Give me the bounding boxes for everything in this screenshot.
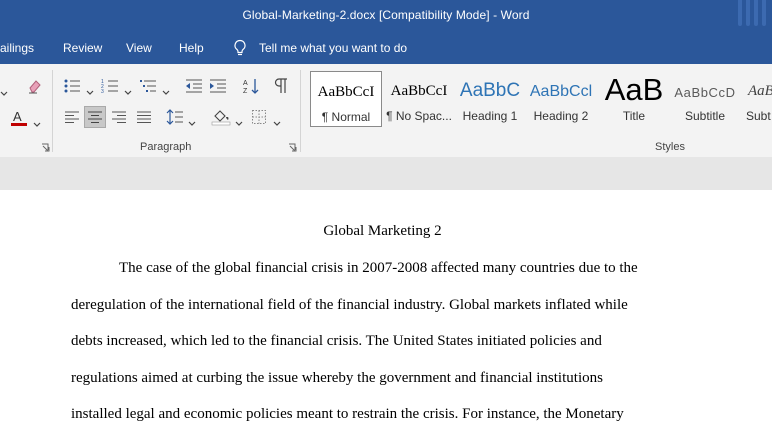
multilevel-list-icon[interactable] [137,75,159,97]
paragraph-dialog-launcher-icon[interactable] [288,143,297,152]
style-heading-2[interactable]: AaBbCcl Heading 2 [527,71,595,127]
style-subtle-emphasis[interactable]: AaBl Subt [744,71,772,127]
svg-text:A: A [243,80,248,87]
style-normal[interactable]: AaBbCcI ¶ Normal [310,71,382,127]
style-sample: AaBbCcI [390,83,448,99]
font-color-dropdown-arrow[interactable] [33,115,41,127]
style-label: Heading 1 [462,109,518,123]
tab-help[interactable]: Help [179,41,204,55]
paragraph-group-label: Paragraph [140,141,192,153]
borders-icon[interactable] [248,106,270,128]
style-label: Subt [746,109,771,123]
decrease-indent-icon[interactable] [183,75,205,97]
font-color-icon[interactable]: A [8,107,30,129]
align-center-icon[interactable] [84,106,106,128]
justify-icon[interactable] [133,106,155,128]
lightbulb-icon [234,39,246,56]
borders-dropdown-arrow[interactable] [273,114,281,126]
clear-formatting-icon[interactable] [24,75,46,97]
document-page[interactable]: Global Marketing 2 The case of the globa… [0,190,772,439]
style-label: Subtitle [684,109,726,123]
align-left-icon[interactable] [61,106,83,128]
numbering-dropdown-arrow[interactable] [124,83,132,95]
bullets-icon[interactable] [61,75,83,97]
group-separator [52,70,53,152]
paragraph-line: debts increased, which led to the financ… [71,333,602,349]
title-bar-decoration [732,0,772,32]
title-bar: Global-Marketing-2.docx [Compatibility M… [0,0,772,32]
line-spacing-icon[interactable] [164,106,186,128]
svg-text:Z: Z [243,88,248,95]
style-sample: AaBbCcI [317,84,375,100]
ribbon: A 1 2 3 A Z Paragraph AaBbCcI ¶ Normal A… [0,64,772,158]
style-sample: AaB [604,72,664,107]
shading-dropdown-arrow[interactable] [235,114,243,126]
font-dropdown-arrow[interactable] [0,84,8,96]
shading-icon[interactable] [210,106,232,128]
style-label: Title [622,109,646,123]
ribbon-tab-bar: ailings Review View Help Tell me what yo… [0,32,772,64]
document-title: Global Marketing 2 [323,223,442,239]
show-formatting-marks-icon[interactable] [270,75,292,97]
line-spacing-dropdown-arrow[interactable] [188,114,196,126]
numbering-icon[interactable]: 1 2 3 [99,75,121,97]
increase-indent-icon[interactable] [207,75,229,97]
sort-icon[interactable]: A Z [240,75,262,97]
style-subtitle[interactable]: AaBbCcD Subtitle [672,71,738,127]
tell-me-box[interactable]: Tell me what you want to do [233,38,407,58]
style-sample: AaBbCcl [529,83,593,100]
align-right-icon[interactable] [108,106,130,128]
paragraph-line: The case of the global financial crisis … [119,260,638,276]
style-label: ¶ Normal [321,110,371,124]
styles-group-label: Styles [655,141,685,153]
bullets-dropdown-arrow[interactable] [86,83,94,95]
ruler-area [0,157,772,191]
style-sample: AaBbC [459,80,521,101]
style-title[interactable]: AaB Title [600,71,668,127]
style-label: ¶ No Spac... [386,109,452,123]
style-no-spacing[interactable]: AaBbCcI ¶ No Spac... [384,71,454,127]
window-title: Global-Marketing-2.docx [Compatibility M… [242,8,530,22]
paragraph-line: deregulation of the international field … [71,297,628,313]
group-separator [300,70,301,152]
style-sample: AaBbCcD [674,85,736,100]
multilevel-dropdown-arrow[interactable] [162,83,170,95]
style-heading-1[interactable]: AaBbC Heading 1 [456,71,524,127]
tab-review[interactable]: Review [63,41,102,55]
paragraph-line: regulations aimed at curbing the issue w… [71,370,603,386]
tab-mailings[interactable]: ailings [0,41,34,55]
tell-me-label: Tell me what you want to do [259,41,408,55]
svg-text:3: 3 [101,89,104,94]
style-sample: AaBl [748,83,772,99]
tab-view[interactable]: View [126,41,152,55]
style-label: Heading 2 [533,109,589,123]
paragraph-line: installed legal and economic policies me… [71,406,624,422]
font-dialog-launcher-icon[interactable] [41,143,50,152]
svg-text:A: A [13,109,22,124]
